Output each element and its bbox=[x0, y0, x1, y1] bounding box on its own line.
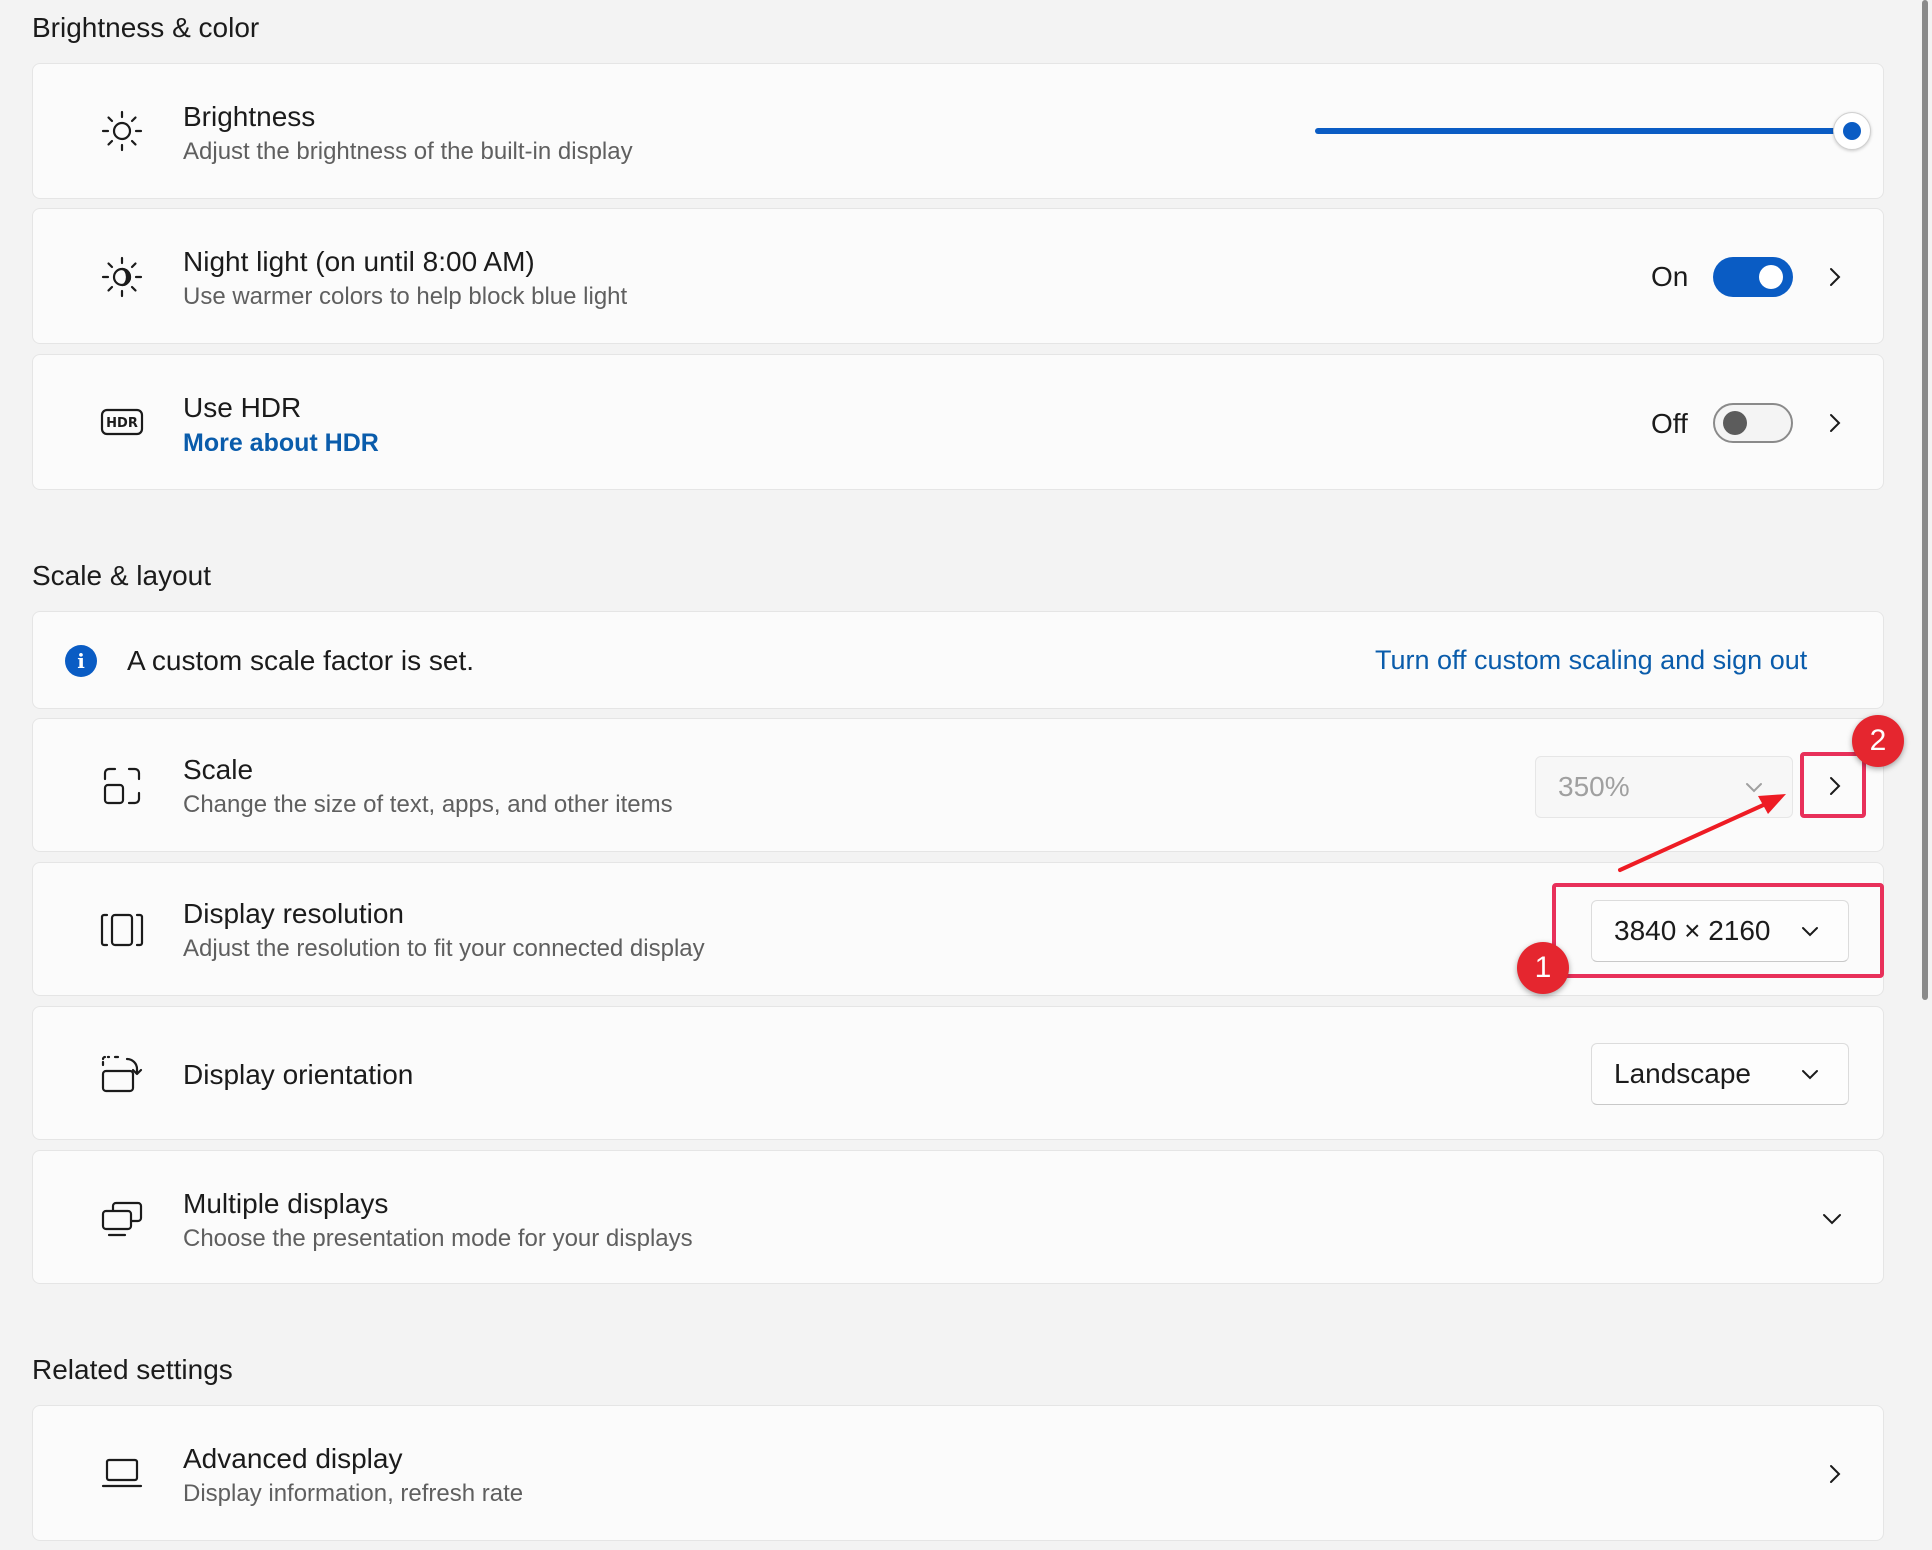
brightness-slider-thumb[interactable] bbox=[1833, 112, 1871, 150]
section-title-scale-layout: Scale & layout bbox=[32, 560, 211, 592]
hdr-toggle[interactable] bbox=[1713, 403, 1793, 443]
chevron-down-icon bbox=[1798, 1062, 1822, 1086]
multiple-displays-card[interactable]: Multiple displays Choose the presentatio… bbox=[32, 1150, 1884, 1284]
hdr-icon: HDR bbox=[99, 399, 145, 445]
hdr-state: Off bbox=[1651, 408, 1688, 440]
laptop-icon bbox=[99, 1450, 145, 1496]
night-light-state: On bbox=[1651, 261, 1688, 293]
display-resolution-title: Display resolution bbox=[183, 898, 404, 930]
scale-icon bbox=[99, 763, 145, 809]
scale-subtitle: Change the size of text, apps, and other… bbox=[183, 791, 673, 819]
info-icon: i bbox=[65, 645, 97, 677]
custom-scale-info-card: i A custom scale factor is set. Turn off… bbox=[32, 611, 1884, 709]
turn-off-custom-scaling-link[interactable]: Turn off custom scaling and sign out bbox=[1375, 645, 1807, 676]
multiple-displays-subtitle: Choose the presentation mode for your di… bbox=[183, 1225, 693, 1253]
annotation-arrow bbox=[1600, 780, 1800, 880]
toggle-knob bbox=[1759, 265, 1783, 289]
hdr-card[interactable]: HDR Use HDR More about HDR Off bbox=[32, 354, 1884, 490]
more-about-hdr-link[interactable]: More about HDR bbox=[183, 429, 379, 458]
night-light-subtitle: Use warmer colors to help block blue lig… bbox=[183, 283, 627, 311]
display-orientation-title: Display orientation bbox=[183, 1059, 413, 1091]
sun-icon bbox=[99, 108, 145, 154]
chevron-right-icon[interactable] bbox=[1819, 1459, 1849, 1489]
orientation-icon bbox=[99, 1051, 145, 1097]
svg-text:HDR: HDR bbox=[106, 416, 138, 431]
brightness-subtitle: Adjust the brightness of the built-in di… bbox=[183, 138, 633, 166]
section-title-brightness-color: Brightness & color bbox=[32, 12, 259, 44]
brightness-slider-track[interactable] bbox=[1315, 128, 1839, 134]
multiple-displays-icon bbox=[99, 1195, 145, 1241]
chevron-down-icon[interactable] bbox=[1817, 1204, 1847, 1234]
advanced-display-subtitle: Display information, refresh rate bbox=[183, 1480, 523, 1508]
resolution-icon bbox=[99, 907, 145, 953]
display-orientation-dropdown[interactable]: Landscape bbox=[1591, 1043, 1849, 1105]
annotation-box-2 bbox=[1800, 752, 1866, 818]
chevron-right-icon[interactable] bbox=[1819, 262, 1849, 292]
annotation-box-1 bbox=[1552, 883, 1884, 978]
annotation-badge-1: 1 bbox=[1517, 942, 1569, 994]
display-orientation-value: Landscape bbox=[1614, 1058, 1751, 1090]
brightness-title: Brightness bbox=[183, 101, 315, 133]
night-light-card[interactable]: Night light (on until 8:00 AM) Use warme… bbox=[32, 208, 1884, 344]
chevron-right-icon[interactable] bbox=[1819, 408, 1849, 438]
night-light-toggle[interactable] bbox=[1713, 257, 1793, 297]
scale-title: Scale bbox=[183, 754, 253, 786]
night-light-icon bbox=[99, 254, 145, 300]
display-resolution-subtitle: Adjust the resolution to fit your connec… bbox=[183, 935, 705, 963]
section-title-related-settings: Related settings bbox=[32, 1354, 233, 1386]
toggle-knob bbox=[1723, 411, 1747, 435]
scrollbar[interactable] bbox=[1922, 0, 1928, 1000]
annotation-badge-2: 2 bbox=[1852, 715, 1904, 767]
hdr-title: Use HDR bbox=[183, 392, 301, 424]
custom-scale-info-text: A custom scale factor is set. bbox=[127, 645, 474, 677]
multiple-displays-title: Multiple displays bbox=[183, 1188, 388, 1220]
brightness-card: Brightness Adjust the brightness of the … bbox=[32, 63, 1884, 199]
display-orientation-card: Display orientation Landscape bbox=[32, 1006, 1884, 1140]
advanced-display-card[interactable]: Advanced display Display information, re… bbox=[32, 1405, 1884, 1541]
advanced-display-title: Advanced display bbox=[183, 1443, 402, 1475]
night-light-title: Night light (on until 8:00 AM) bbox=[183, 246, 535, 278]
